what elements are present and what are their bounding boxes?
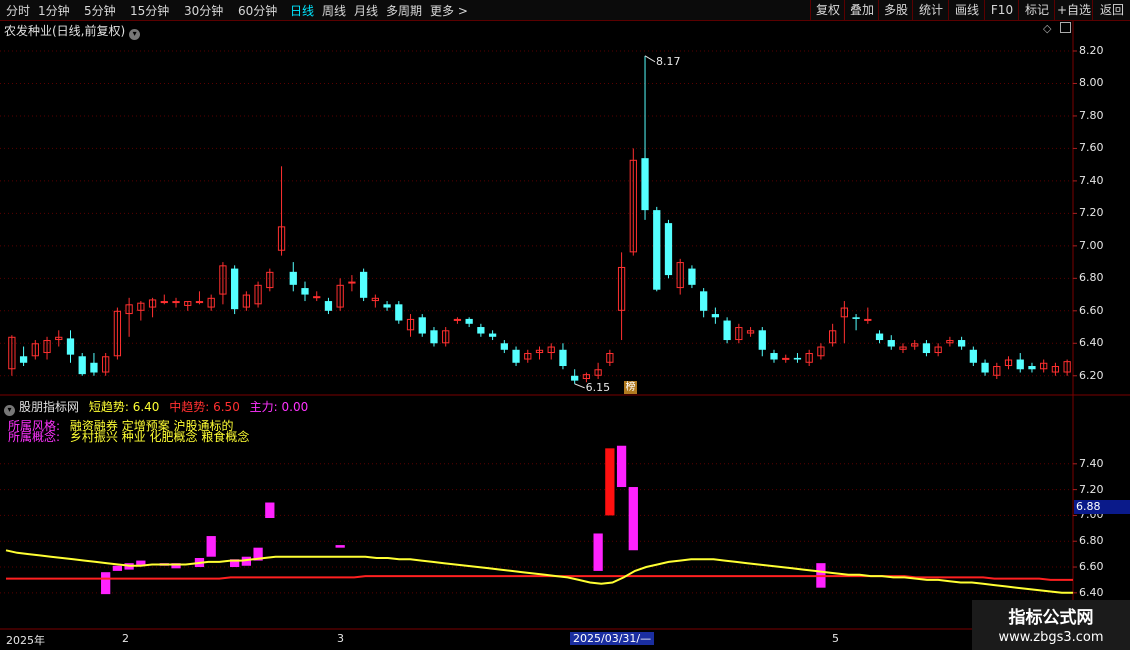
candle-body — [78, 356, 86, 375]
candle-body — [1028, 366, 1036, 370]
rank-badge[interactable]: 榜 — [624, 381, 637, 394]
candle-body — [641, 158, 649, 211]
candle-body — [453, 318, 462, 321]
candle-body — [465, 318, 473, 324]
date-axis: 2025年 2 3 2025/03/31/— 5 — [0, 630, 1075, 650]
main-force-bar — [265, 502, 275, 518]
candle-body — [172, 301, 180, 304]
main-force-bar — [628, 487, 638, 551]
candle-body — [981, 362, 989, 373]
mid-trend-value: 中趋势: 6.50 — [169, 400, 240, 414]
price-tick-label: 7.00 — [1079, 238, 1104, 252]
candle-body — [770, 353, 778, 360]
candle-body — [195, 301, 204, 304]
indicator-tick-label: 7.40 — [1079, 456, 1104, 470]
main-force-bar — [206, 536, 216, 557]
candle-body — [793, 357, 802, 360]
main-force-bar — [335, 545, 345, 548]
candle-body — [782, 357, 790, 360]
candle-body — [383, 304, 391, 308]
price-tick-label: 8.20 — [1079, 43, 1104, 57]
indicator-name: 股朋指标网 — [19, 400, 80, 414]
main-force-bar — [112, 565, 123, 571]
main-force-bar — [605, 448, 615, 516]
candle-body — [324, 301, 333, 311]
indicator-tick-label: 6.40 — [1079, 585, 1104, 599]
price-tick-label: 6.60 — [1079, 303, 1104, 317]
indicator-tick-label: 7.20 — [1079, 482, 1104, 496]
price-tick-label: 6.20 — [1079, 368, 1104, 382]
indicator-tick-label: 6.80 — [1079, 534, 1104, 548]
candle-body — [711, 314, 720, 318]
short-trend-value: 短趋势: 6.40 — [88, 400, 160, 414]
low-pointer — [574, 383, 585, 389]
candle-body — [418, 317, 426, 334]
date-label: 3 — [337, 632, 344, 645]
date-label: 2 — [122, 632, 129, 645]
candle-body — [500, 343, 508, 350]
price-tick-label: 6.40 — [1079, 336, 1104, 350]
high-pointer — [644, 55, 656, 63]
candle-body — [864, 318, 872, 321]
price-tick-label: 7.60 — [1079, 141, 1104, 155]
candle-body — [430, 330, 438, 344]
high-price-label: 8.17 — [656, 54, 681, 68]
candle-body — [688, 268, 696, 285]
short-trend-line — [5, 549, 1073, 594]
price-tick-label: 7.20 — [1079, 206, 1104, 220]
candle-body — [395, 304, 403, 321]
current-value-badge: 6.88 — [1074, 500, 1130, 514]
price-tick-label: 7.40 — [1079, 173, 1104, 187]
indicator-tick-label: 6.60 — [1079, 560, 1104, 574]
candle-body — [887, 340, 895, 347]
candle-body — [477, 327, 485, 334]
candle-body — [512, 349, 520, 363]
price-tick-label: 7.80 — [1079, 108, 1104, 122]
watermark: 指标公式网 www.zbgs3.com — [972, 600, 1130, 650]
date-label: 5 — [832, 632, 839, 645]
indicator-title: ▾ 股朋指标网 短趋势: 6.40 中趋势: 6.50 主力: 0.00 — [4, 398, 308, 416]
candle-body — [1016, 359, 1024, 370]
candle-body — [758, 330, 766, 350]
candle-body — [723, 320, 731, 341]
candle-body — [700, 291, 708, 311]
watermark-url: www.zbgs3.com — [998, 630, 1104, 645]
kline-chart[interactable] — [0, 0, 1130, 650]
main-force-bar — [101, 572, 111, 595]
candle-body — [664, 223, 673, 276]
candle-body — [289, 271, 297, 285]
date-label: 2025年 — [6, 634, 45, 647]
watermark-title: 指标公式网 — [1008, 608, 1094, 628]
candle-body — [66, 338, 75, 355]
concept-line: 所属概念: 乡村振兴 种业 化肥概念 粮食概念 — [8, 428, 249, 445]
candle-body — [160, 301, 168, 304]
concept-value: 乡村振兴 种业 化肥概念 粮食概念 — [69, 430, 250, 444]
chevron-down-icon[interactable]: ▾ — [4, 405, 15, 416]
main-force-value: 主力: 0.00 — [249, 400, 309, 414]
candle-body — [922, 343, 931, 354]
candle-body — [231, 268, 239, 310]
candle-body — [359, 271, 368, 298]
main-force-bar — [616, 445, 627, 488]
low-price-label: 6.15 — [585, 380, 611, 394]
price-tick-label: 6.80 — [1079, 271, 1104, 285]
concept-key: 所属概念: — [8, 430, 61, 444]
candle-body — [301, 288, 309, 295]
candle-body — [852, 317, 860, 319]
candle-body — [19, 356, 28, 363]
candle-body — [559, 349, 567, 367]
main-force-bar — [593, 533, 603, 571]
candle-body — [313, 296, 321, 299]
candle-body — [653, 210, 661, 290]
candle-body — [348, 281, 356, 284]
candle-body — [875, 333, 884, 341]
candle-body — [957, 340, 966, 347]
candle-body — [90, 362, 98, 373]
candle-body — [488, 333, 497, 337]
price-tick-label: 8.00 — [1079, 76, 1104, 90]
candle-body — [571, 375, 579, 381]
candle-body — [969, 349, 977, 363]
date-cursor-label: 2025/03/31/— — [570, 632, 655, 645]
